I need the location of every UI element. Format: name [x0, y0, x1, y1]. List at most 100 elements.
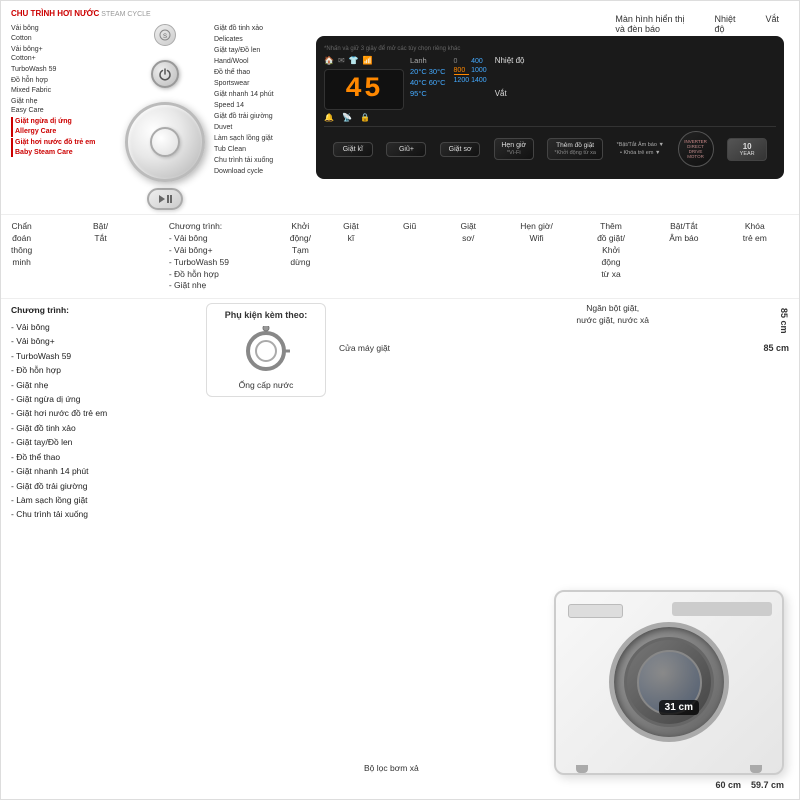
prog-item-5: - Giặt nhẹ	[11, 378, 196, 392]
prog-mixed: Đồ hỗn hợpMixed Fabric	[11, 76, 121, 96]
label-chan-doan: Chẩnđoánthôngminh	[11, 221, 32, 292]
accessories-title: Phụ kiện kèm theo:	[225, 310, 308, 320]
speed-1200[interactable]: 1200	[454, 77, 470, 84]
giat-ki-button[interactable]: Giặt kĩ	[333, 142, 373, 157]
wm-control	[672, 602, 772, 616]
power-button[interactable]	[151, 60, 179, 88]
prog-item-12: - Giặt đồ trải giường	[11, 479, 196, 493]
prog-tubclean: Làm sạch lồng giặtTub Clean	[214, 134, 309, 155]
hose-label: Ống cấp nước	[239, 380, 294, 390]
program-list-right: Giặt đồ tinh xảoDelicates Giặt tay/Đồ le…	[209, 24, 309, 210]
temp-note: *Nhấn và giữ 3 giây để mở các tùy chọn r…	[324, 46, 776, 52]
temp-20[interactable]: 20°C	[410, 67, 427, 76]
ten-button[interactable]: 10 YEAR	[727, 138, 767, 161]
prog-item-10: - Đồ thể thao	[11, 450, 196, 464]
right-panel: Màn hình hiển thịvà đèn báo Nhiệtđộ Vắt …	[311, 9, 789, 210]
message-icon: ✉	[338, 56, 345, 65]
speed-400[interactable]: 400	[471, 58, 487, 65]
label-khoi-dong: Khởiđộng/Tạmdừng	[290, 221, 311, 292]
feature-program-title: Chương trình:	[11, 303, 196, 317]
giu-button[interactable]: Giũ+	[386, 142, 426, 157]
prog-cotton: Vải bôngCotton	[11, 24, 121, 44]
speed-800[interactable]: 800	[454, 67, 470, 75]
prog-delicates: Giặt đồ tinh xảoDelicates	[214, 24, 309, 45]
label-them-do: Thêmđồ giặt/Khởiđộngtừ xa	[597, 221, 625, 292]
feature-program-list: Chương trình: - Vải bông - Vải bông+ - T…	[11, 303, 196, 795]
label-hen-gio: Hẹn giờ/Wifi	[520, 221, 553, 292]
giat-so-button[interactable]: Giặt sơ	[440, 142, 480, 157]
label-bat-tat: Bật/Tắt	[93, 221, 108, 292]
tshirt-icon: 👕	[349, 56, 359, 65]
program-dial[interactable]	[125, 102, 205, 182]
prog-duvet: Giặt đồ trải giườngDuvet	[214, 112, 309, 133]
prog-baby-steam: Giặt hơi nước đồ trẻ emBaby Steam Care	[11, 138, 121, 158]
prog-item-14: - Chu trình tải xuống	[11, 507, 196, 521]
prog-item-8: - Giặt đồ tinh xảo	[11, 421, 196, 435]
height-label: 85 cm	[779, 308, 789, 334]
temp-60[interactable]: 60°C	[429, 78, 446, 87]
prog-download: Chu trình tải xuốngDownload cycle	[214, 156, 309, 177]
direct-drive-label: DIRECTDRIVEMOTOR	[687, 144, 704, 159]
them-do-button[interactable]: Thêm đồ giặt *Khởi động từ xa	[547, 138, 603, 160]
prog-allergy: Giặt ngừa dị ứngAllergy Care	[11, 117, 121, 137]
program-list-left: Vải bôngCotton Vải bông+Cotton+ TurboWas…	[11, 24, 121, 210]
prog-handwool: Giặt tay/Đồ lenHand/Wool	[214, 46, 309, 67]
display-label-man-hinh: Màn hình hiển thịvà đèn báo	[615, 14, 684, 34]
wm-feet	[576, 765, 762, 773]
speed-1000[interactable]: 1000	[471, 67, 487, 75]
hen-gio-button[interactable]: Hẹn giờ *Vì-Fi	[494, 138, 534, 160]
display-unit: *Nhấn và giữ 3 giây để mở các tùy chọn r…	[316, 36, 784, 179]
drawer-label: Ngăn bột giặt,nước giặt, nước xả	[576, 303, 649, 327]
prog-item-2: - Vải bông+	[11, 334, 196, 348]
home-icon: 🏠	[324, 56, 334, 65]
smart-diagnosis-button[interactable]: S	[154, 24, 176, 46]
accessories-box: Phụ kiện kèm theo: Ống cấp nước	[206, 303, 326, 397]
label-khoa-tre-em: Khóatrẻ em	[743, 221, 767, 292]
door-label: Cửa máy giặt	[339, 343, 390, 355]
icon-row: 🏠 ✉ 👕 📶	[324, 56, 404, 65]
bottom-dims: 60 cm 59.7 cm	[715, 780, 784, 790]
machine-diagram: Ngăn bột giặt,nước giặt, nước xả Cửa máy…	[334, 303, 789, 795]
speed-1400[interactable]: 1400	[471, 77, 487, 84]
hen-gio-sub: *Vì-Fi	[501, 150, 527, 156]
height-value: 85 cm	[763, 343, 789, 353]
display-label-vat: Vắt	[765, 14, 779, 34]
pump-label: Bộ lọc bơm xả	[364, 763, 419, 773]
lock-icon: 🔒	[360, 113, 370, 122]
width-label: 60 cm	[715, 780, 741, 790]
wm-foot-left	[576, 765, 588, 773]
temp-label: Lanh	[410, 56, 446, 65]
wifi-icon: 📶	[363, 56, 373, 65]
direct-drive-badge: INVERTER DIRECTDRIVEMOTOR	[678, 131, 714, 167]
button-row: Giặt kĩ Giũ+ Giặt sơ Hẹn giờ *Vì-Fi Thêm…	[324, 126, 776, 171]
control-panel: CHU TRÌNH HƠI NƯỚC STEAM CYCLE Vải bôngC…	[1, 1, 799, 215]
prog-turbowash: TurboWash 59	[11, 65, 121, 75]
sound-icon: 🔔	[324, 113, 334, 122]
steam-cycle-label: CHU TRÌNH HƠI NƯỚC	[11, 9, 99, 18]
temp-95[interactable]: 95°C	[410, 89, 427, 98]
wifi-status-icon: 📡	[342, 113, 352, 122]
temp-speed-grid: Lanh 20°C 30°C 40°C 60°C 95°C	[410, 56, 524, 122]
label-giu: Giũ	[403, 221, 416, 292]
them-do-label: Thêm đồ giặt	[554, 142, 596, 149]
dial-inner	[150, 127, 180, 157]
temp-30[interactable]: 30°C	[429, 67, 446, 76]
speed-0[interactable]: 0	[454, 58, 470, 65]
play-pause-button[interactable]	[147, 188, 183, 210]
size-door-badge: 31 cm	[659, 700, 699, 715]
prog-item-1: - Vải bông	[11, 320, 196, 334]
label-bat-tat-am-bao: Bật/TắtÂm báo	[669, 221, 698, 292]
prog-item-13: - Làm sạch lồng giặt	[11, 493, 196, 507]
label-giat-ki: Giặtkĩ	[343, 221, 359, 292]
label-chuong-trinh: Chương trình:- Vải bông- Vải bông+- Turb…	[169, 221, 229, 292]
hose-icon	[236, 326, 296, 376]
temp-40[interactable]: 40°C	[410, 78, 427, 87]
left-panel: CHU TRÌNH HƠI NƯỚC STEAM CYCLE Vải bôngC…	[11, 9, 311, 210]
label-giat-so: Giặtsơ/	[460, 221, 476, 292]
prog-item-11: - Giặt nhanh 14 phút	[11, 464, 196, 478]
depth-label: 59.7 cm	[751, 780, 784, 790]
wm-foot-right	[750, 765, 762, 773]
them-do-sub: *Khởi động từ xa	[554, 150, 596, 156]
prog-item-4: - Đồ hỗn hợp	[11, 363, 196, 377]
ten-label: YEAR	[734, 151, 760, 157]
